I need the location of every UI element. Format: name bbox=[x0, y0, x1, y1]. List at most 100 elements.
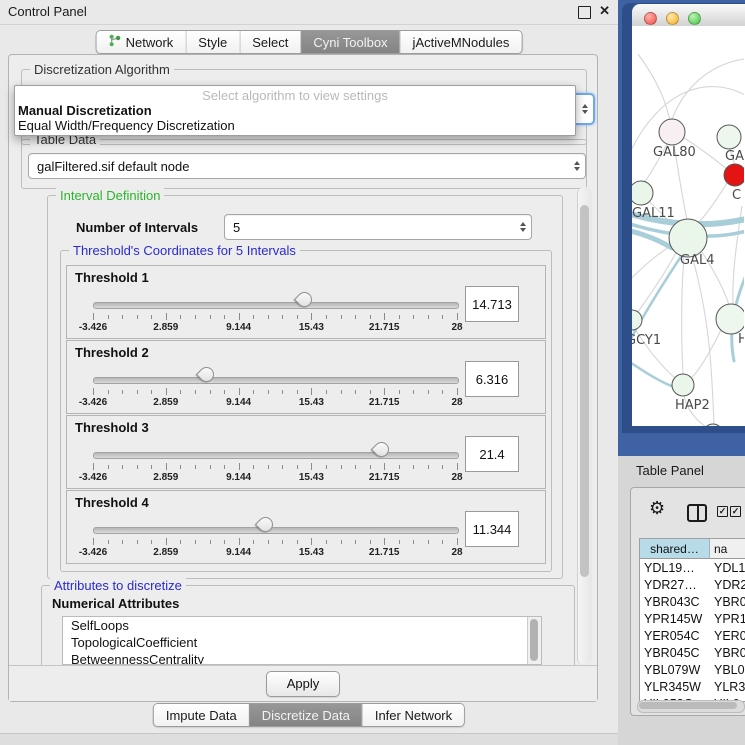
tab-style[interactable]: Style bbox=[185, 31, 239, 53]
threshold-slider-track[interactable] bbox=[93, 527, 459, 534]
settings-scrollbar[interactable] bbox=[577, 187, 592, 665]
HAP2-node[interactable] bbox=[672, 374, 694, 396]
tick-label: 2.859 bbox=[153, 397, 178, 408]
H-node[interactable] bbox=[716, 304, 744, 334]
network-edge[interactable] bbox=[672, 58, 744, 119]
network-edge[interactable] bbox=[637, 253, 676, 313]
tick-label: 28 bbox=[451, 397, 462, 408]
table-row[interactable]: YDL19…YDL1 bbox=[640, 559, 745, 576]
tick-label: -3.426 bbox=[79, 472, 107, 483]
tick-label: 15.43 bbox=[299, 472, 324, 483]
tab-jactivemnodules[interactable]: jActiveMNodules bbox=[400, 31, 522, 53]
cell-shared-name: YBR045C bbox=[640, 644, 710, 661]
table-row[interactable]: YDR27…YDR2 bbox=[640, 576, 745, 593]
gear-icon[interactable]: ⚙ bbox=[649, 498, 665, 519]
tab-label: Discretize Data bbox=[262, 708, 350, 723]
algorithm-dropdown-popup: Select algorithm to view settings Manual… bbox=[14, 85, 576, 136]
columns-icon[interactable] bbox=[687, 504, 707, 522]
popup-item-equal-width-frequency-discretization[interactable]: Equal Width/Frequency Discretization bbox=[18, 118, 235, 133]
slider-ticks bbox=[93, 388, 457, 396]
network-view-frame[interactable]: GAL80GAGAL11CGAL4GCY1HHAP2 bbox=[622, 3, 745, 433]
node-label-gal11: GAL11 bbox=[632, 206, 675, 221]
tick-label: 21.715 bbox=[369, 322, 400, 333]
tab-discretize-data[interactable]: Discretize Data bbox=[249, 704, 362, 726]
network-edge[interactable] bbox=[696, 183, 727, 225]
node-attribute-table[interactable]: shared… na YDL19…YDL1YDR27…YDR2YBR043CYB… bbox=[639, 538, 745, 702]
network-edge-highlighted[interactable] bbox=[632, 358, 674, 387]
GAL11-node[interactable] bbox=[632, 181, 653, 205]
GAL80-node[interactable] bbox=[659, 119, 685, 145]
tab-infer-network[interactable]: Infer Network bbox=[362, 704, 464, 726]
tick-label: 15.43 bbox=[299, 322, 324, 333]
status-strip bbox=[0, 733, 618, 745]
table-data-combobox[interactable]: galFiltered.sif default node bbox=[28, 153, 586, 179]
table-row[interactable]: YBL079WYBL0 bbox=[640, 661, 745, 678]
cell-shared-name: YER054C bbox=[640, 627, 710, 644]
network-edge[interactable] bbox=[632, 243, 675, 286]
tick-label: 2.859 bbox=[153, 547, 178, 558]
cyni-toolbox-content: Discretization Algorithm Table Data galF… bbox=[8, 54, 598, 702]
tab-label: Impute Data bbox=[166, 708, 237, 723]
tab-label: Network bbox=[126, 35, 174, 50]
tick-label: 21.715 bbox=[369, 472, 400, 483]
attribute-item-selfloops[interactable]: SelfLoops bbox=[63, 617, 541, 634]
table-row[interactable]: YPR145WYPR1 bbox=[640, 610, 745, 627]
threshold-value-field[interactable]: 6.316 bbox=[465, 361, 519, 397]
tab-label: Cyni Toolbox bbox=[313, 35, 387, 50]
table-horizontal-scrollbar[interactable] bbox=[637, 700, 745, 713]
zoom-traffic-light-icon[interactable] bbox=[688, 12, 701, 25]
tick-label: 9.144 bbox=[226, 547, 251, 558]
table-data-value: galFiltered.sif default node bbox=[37, 159, 189, 174]
attributes-list-scrollbar[interactable] bbox=[527, 617, 541, 664]
threshold-value-field[interactable]: 21.4 bbox=[465, 436, 519, 472]
threshold-value-field[interactable]: 11.344 bbox=[465, 511, 519, 547]
GAL4-node[interactable] bbox=[669, 219, 707, 257]
close-icon[interactable]: ✕ bbox=[599, 3, 610, 19]
node-label-ga: GA bbox=[725, 149, 744, 164]
table-data-group: Table Data galFiltered.sif default node bbox=[21, 139, 587, 189]
red-node[interactable] bbox=[724, 164, 744, 186]
checkbox-icon[interactable]: ✓ bbox=[717, 506, 728, 517]
tick-label: 2.859 bbox=[153, 322, 178, 333]
network-canvas[interactable]: GAL80GAGAL11CGAL4GCY1HHAP2 bbox=[632, 26, 745, 426]
table-row[interactable]: YBR043CYBR0 bbox=[640, 593, 745, 610]
threshold-slider-track[interactable] bbox=[93, 452, 459, 459]
table-row[interactable]: YLR345WYLR3 bbox=[640, 678, 745, 695]
attribute-item-betweennesscentrality[interactable]: BetweennessCentrality bbox=[63, 651, 541, 665]
threshold-panel-1: Threshold 1-3.4262.8599.14415.4321.71528… bbox=[66, 265, 546, 339]
numerical-attributes-list[interactable]: SelfLoopsTopologicalCoefficientBetweenne… bbox=[62, 616, 542, 665]
bottom-node[interactable] bbox=[703, 424, 723, 426]
tab-network[interactable]: Network bbox=[97, 31, 186, 53]
bottom-tabbar: Impute Data Discretize Data Infer Network bbox=[153, 703, 465, 727]
tab-label: Select bbox=[252, 35, 288, 50]
GA-node[interactable] bbox=[717, 125, 741, 149]
tab-impute-data[interactable]: Impute Data bbox=[154, 704, 249, 726]
number-of-intervals-value: 5 bbox=[233, 220, 240, 235]
network-edge[interactable] bbox=[691, 330, 721, 378]
checkbox-icon[interactable]: ✓ bbox=[730, 506, 741, 517]
attribute-item-topologicalcoefficient[interactable]: TopologicalCoefficient bbox=[63, 634, 541, 651]
float-icon[interactable] bbox=[578, 6, 591, 19]
network-edge[interactable] bbox=[638, 54, 670, 120]
column-header-shared-name[interactable]: shared… bbox=[640, 539, 710, 559]
network-edge[interactable] bbox=[682, 257, 684, 374]
apply-button[interactable]: Apply bbox=[266, 671, 341, 697]
tab-select[interactable]: Select bbox=[239, 31, 300, 53]
GCY1-node[interactable] bbox=[632, 310, 642, 330]
cell-name: YER0 bbox=[710, 627, 745, 644]
popup-item-manual-discretization[interactable]: Manual Discretization bbox=[18, 103, 152, 118]
column-header-name[interactable]: na bbox=[710, 539, 745, 559]
threshold-slider-track[interactable] bbox=[93, 377, 459, 384]
number-of-intervals-combobox[interactable]: 5 bbox=[224, 214, 532, 240]
table-row[interactable]: YBR045CYBR0 bbox=[640, 644, 745, 661]
tab-cyni-toolbox[interactable]: Cyni Toolbox bbox=[300, 31, 399, 53]
close-traffic-light-icon[interactable] bbox=[644, 12, 657, 25]
network-desktop: GAL80GAGAL11CGAL4GCY1HHAP2 bbox=[618, 0, 745, 456]
threshold-slider-track[interactable] bbox=[93, 302, 459, 309]
threshold-value-field[interactable]: 14.713 bbox=[465, 286, 519, 322]
slider-scale: -3.4262.8599.14415.4321.71528 bbox=[93, 547, 457, 559]
table-row[interactable]: YER054CYER0 bbox=[640, 627, 745, 644]
minimize-traffic-light-icon[interactable] bbox=[666, 12, 679, 25]
attributes-group: Attributes to discretize Numerical Attri… bbox=[41, 585, 575, 665]
network-window-titlebar[interactable] bbox=[632, 4, 745, 27]
